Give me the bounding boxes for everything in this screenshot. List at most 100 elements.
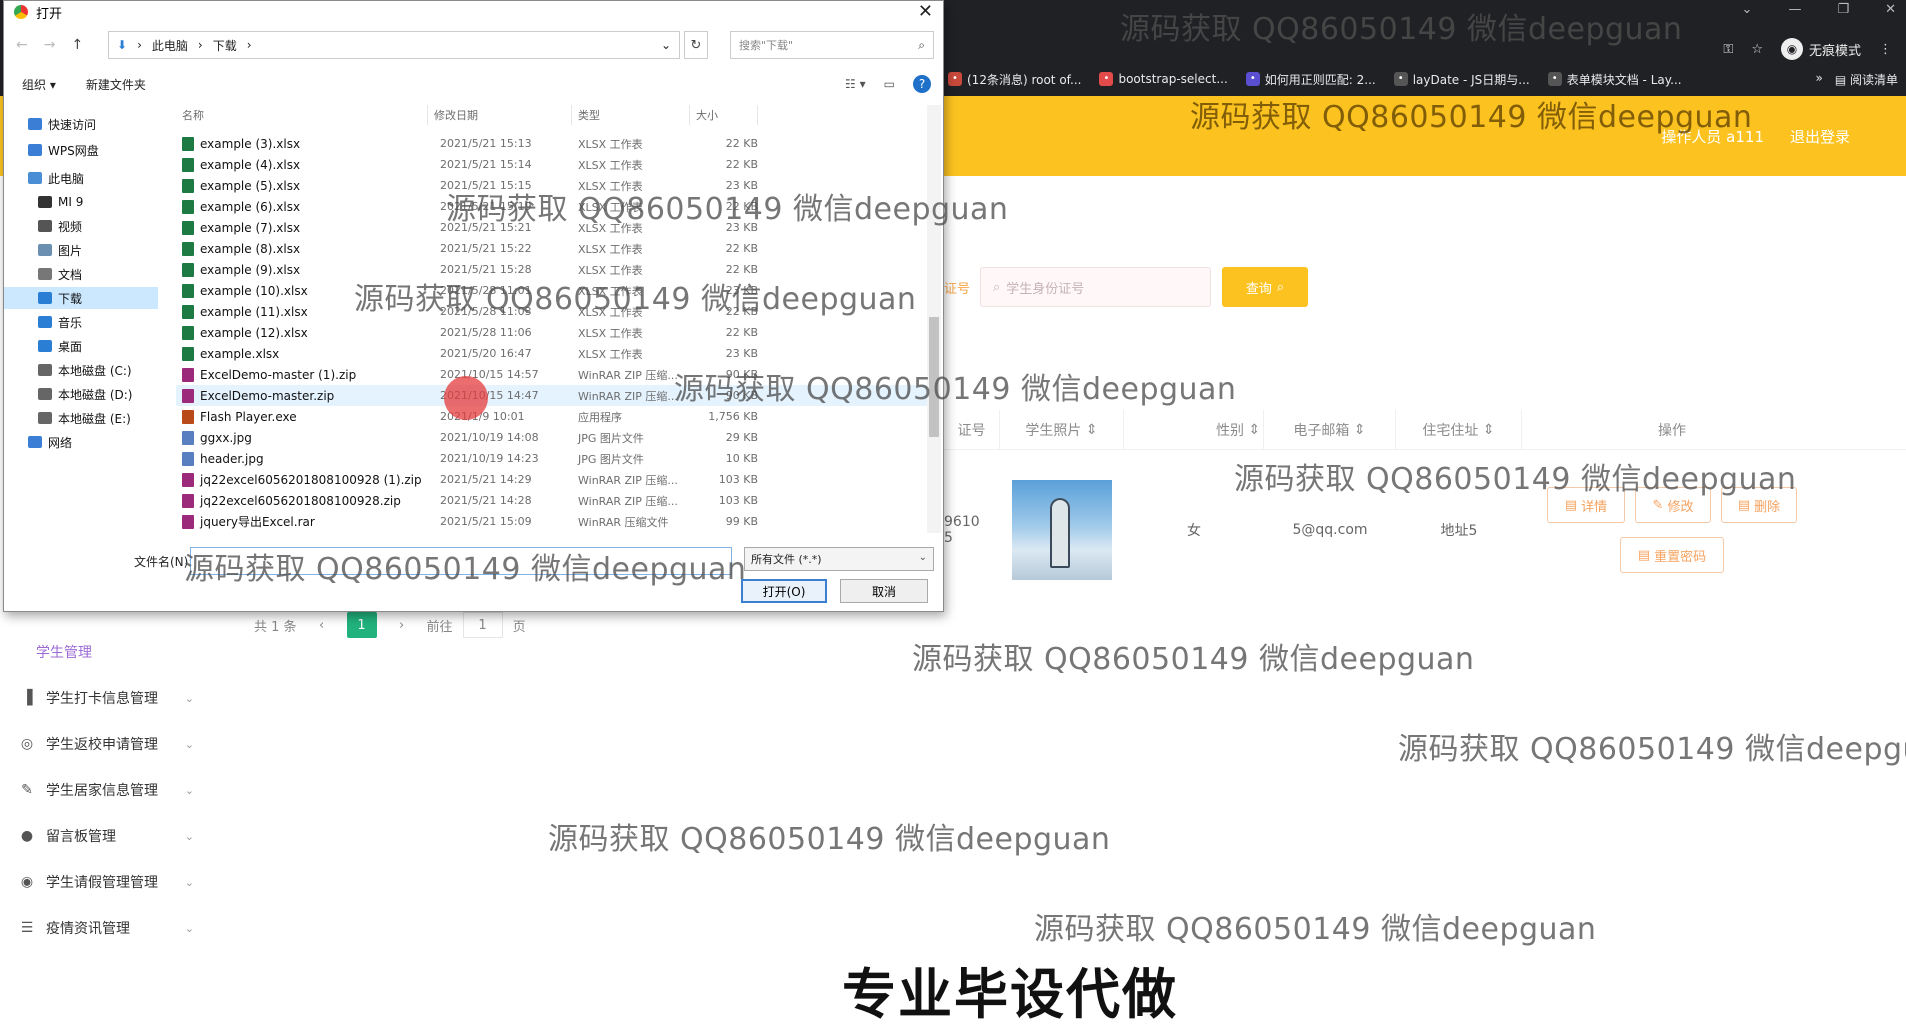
key-icon[interactable]: ⚿	[1723, 42, 1733, 57]
file-row[interactable]: Flash Player.exe 2021/1/9 10:01 应用程序 1,756 …	[176, 406, 938, 427]
nav-item[interactable]: 此电脑	[4, 167, 158, 189]
sort-icon[interactable]: ⇕	[1354, 422, 1366, 438]
nav-item[interactable]: 本地磁盘 (E:)	[4, 407, 158, 429]
breadcrumb-this-pc[interactable]: 此电脑	[152, 37, 188, 54]
address-bar[interactable]: ⬇ › 此电脑 › 下载 › ⌄	[108, 31, 680, 59]
dialog-search-input[interactable]: 搜索"下载" ⌕	[730, 31, 934, 59]
new-folder-button[interactable]: 新建文件夹	[86, 76, 146, 93]
reset-password-button[interactable]: ▤ 重置密码	[1620, 537, 1724, 573]
col-email[interactable]: 电子邮箱 ⇕	[1264, 410, 1396, 449]
file-row[interactable]: example (8).xlsx 2021/5/21 15:22 XLSX 工作表 2…	[176, 238, 938, 259]
star-icon[interactable]: ☆	[1751, 42, 1763, 57]
sidebar-item-student-management[interactable]: 学生管理	[36, 642, 92, 662]
sort-icon[interactable]: ⇕	[1483, 422, 1495, 438]
breadcrumb-downloads[interactable]: 下载	[213, 37, 237, 54]
nav-item[interactable]: 本地磁盘 (C:)	[4, 359, 158, 381]
folder-icon	[38, 292, 52, 304]
query-button[interactable]: 查询 ⌕	[1222, 267, 1308, 307]
nav-item[interactable]: 文档	[4, 263, 158, 285]
restore-icon[interactable]: ❐	[1837, 2, 1849, 17]
col-size[interactable]: 大小	[690, 105, 758, 125]
bookmark-item[interactable]: • 表单模块文档 - Lay...	[1547, 71, 1682, 88]
file-row[interactable]: header.jpg 2021/10/19 14:23 JPG 图片文件 10 KB	[176, 448, 938, 469]
col-date[interactable]: 修改日期	[428, 105, 572, 125]
file-name: example (8).xlsx	[200, 241, 301, 256]
nav-item[interactable]: MI 9	[4, 191, 158, 213]
bookmark-item[interactable]: • (12条消息) root of...	[948, 71, 1081, 88]
sidebar-item[interactable]: ▐ 学生打卡信息管理 ⌄	[18, 688, 194, 708]
sort-icon[interactable]: ⇕	[1248, 422, 1260, 438]
file-row[interactable]: example (4).xlsx 2021/5/21 15:14 XLSX 工作表 2…	[176, 154, 938, 175]
file-row[interactable]: jquery导出Excel.rar 2021/5/21 15:09 WinRAR 压…	[176, 511, 938, 532]
incognito-indicator[interactable]: ◉ 无痕模式	[1780, 38, 1861, 60]
bookmarks-overflow-button[interactable]: »	[1816, 71, 1823, 88]
nav-item[interactable]: 网络	[4, 431, 158, 453]
file-date: 2021/5/21 14:29	[440, 473, 532, 486]
prev-page-button[interactable]: ‹	[307, 612, 337, 638]
file-name: jquery导出Excel.rar	[200, 515, 315, 529]
open-button[interactable]: 打开(O)	[741, 579, 827, 603]
nav-item[interactable]: 视频	[4, 215, 158, 237]
forward-icon[interactable]: →	[44, 37, 56, 53]
goto-input[interactable]: 1	[462, 612, 503, 638]
sidebar-item[interactable]: ● 留言板管理 ⌄	[18, 826, 194, 846]
view-mode-icon[interactable]: ☷ ▾	[845, 77, 866, 91]
nav-item-label: MI 9	[58, 195, 84, 209]
sort-icon[interactable]: ⇕	[1086, 422, 1098, 438]
col-id[interactable]: 证号	[944, 410, 1000, 449]
help-icon[interactable]: ?	[913, 75, 931, 93]
up-icon[interactable]: ↑	[71, 37, 83, 53]
sidebar-item[interactable]: ◉ 学生请假管理管理 ⌄	[18, 872, 194, 892]
id-search-input[interactable]: ⌕ 学生身份证号	[980, 267, 1211, 307]
file-type: JPG 图片文件	[578, 431, 644, 445]
nav-item[interactable]: 桌面	[4, 335, 158, 357]
chevron-down-icon[interactable]: ⌄	[661, 38, 671, 52]
refresh-icon[interactable]: ↻	[684, 31, 708, 59]
file-row[interactable]: example.xlsx 2021/5/20 16:47 XLSX 工作表 23 KB	[176, 343, 938, 364]
sidebar-item[interactable]: ✎ 学生居家信息管理 ⌄	[18, 780, 194, 800]
file-row[interactable]: jq22excel6056201808100928.zip 2021/5/21 1…	[176, 490, 938, 511]
nav-item[interactable]: 快速访问	[4, 113, 158, 135]
col-type[interactable]: 类型	[572, 105, 690, 125]
page-1-button[interactable]: 1	[346, 612, 377, 638]
reading-list-button[interactable]: ▤ 阅读清单	[1835, 71, 1898, 88]
filetype-select[interactable]: 所有文件 (*.*) ⌄	[744, 547, 934, 571]
minimize-icon[interactable]: —	[1788, 2, 1801, 17]
file-list-scrollbar[interactable]	[927, 105, 941, 533]
sidebar-item[interactable]: ☰ 疫情资讯管理 ⌄	[18, 918, 194, 938]
logout-link[interactable]: 退出登录	[1790, 126, 1850, 147]
bookmark-item[interactable]: • bootstrap-select...	[1099, 72, 1228, 86]
cancel-button[interactable]: 取消	[840, 579, 928, 603]
dialog-close-icon[interactable]: ✕	[918, 1, 933, 22]
nav-item[interactable]: 音乐	[4, 311, 158, 333]
organize-menu[interactable]: 组织 ▾	[22, 76, 56, 93]
nav-item[interactable]: 下载	[4, 287, 158, 309]
nav-item-label: 文档	[58, 267, 83, 282]
chevron-down-icon: ⌄	[184, 691, 194, 705]
profile-dropdown-icon[interactable]: ⌄	[1742, 2, 1753, 17]
back-icon[interactable]: ←	[16, 37, 28, 53]
col-gender[interactable]: 性别 ⇕	[1124, 410, 1264, 449]
col-photo[interactable]: 学生照片 ⇕	[1000, 410, 1124, 449]
nav-item[interactable]: WPS网盘	[4, 139, 158, 161]
next-page-button[interactable]: ›	[387, 612, 417, 638]
close-window-icon[interactable]: ✕	[1885, 2, 1896, 17]
menu-icon[interactable]: ⋮	[1879, 42, 1892, 57]
watermark: 源码获取 QQ86050149 微信deepguan	[1234, 462, 1797, 497]
bookmark-item[interactable]: • layDate - JS日期与...	[1393, 71, 1530, 88]
file-row[interactable]: example (3).xlsx 2021/5/21 15:13 XLSX 工作表 2…	[176, 133, 938, 154]
nav-item-label: 此电脑	[48, 171, 85, 186]
student-photo[interactable]	[1012, 480, 1112, 580]
file-name-cell: header.jpg	[176, 451, 428, 466]
file-row[interactable]: example (12).xlsx 2021/5/28 11:06 XLSX 工作表…	[176, 322, 938, 343]
preview-pane-icon[interactable]: ▭	[884, 77, 895, 91]
bookmark-item[interactable]: • 如何用正则匹配: 2...	[1245, 71, 1376, 88]
nav-item[interactable]: 图片	[4, 239, 158, 261]
folder-icon	[38, 316, 52, 328]
nav-item[interactable]: 本地磁盘 (D:)	[4, 383, 158, 405]
file-row[interactable]: ggxx.jpg 2021/10/19 14:08 JPG 图片文件 29 KB	[176, 427, 938, 448]
file-row[interactable]: jq22excel6056201808100928 (1).zip 2021/5/…	[176, 469, 938, 490]
sidebar-item[interactable]: ◎ 学生返校申请管理 ⌄	[18, 734, 194, 754]
col-address[interactable]: 住宅住址 ⇕	[1396, 410, 1522, 449]
col-name[interactable]: 名称	[176, 105, 428, 125]
